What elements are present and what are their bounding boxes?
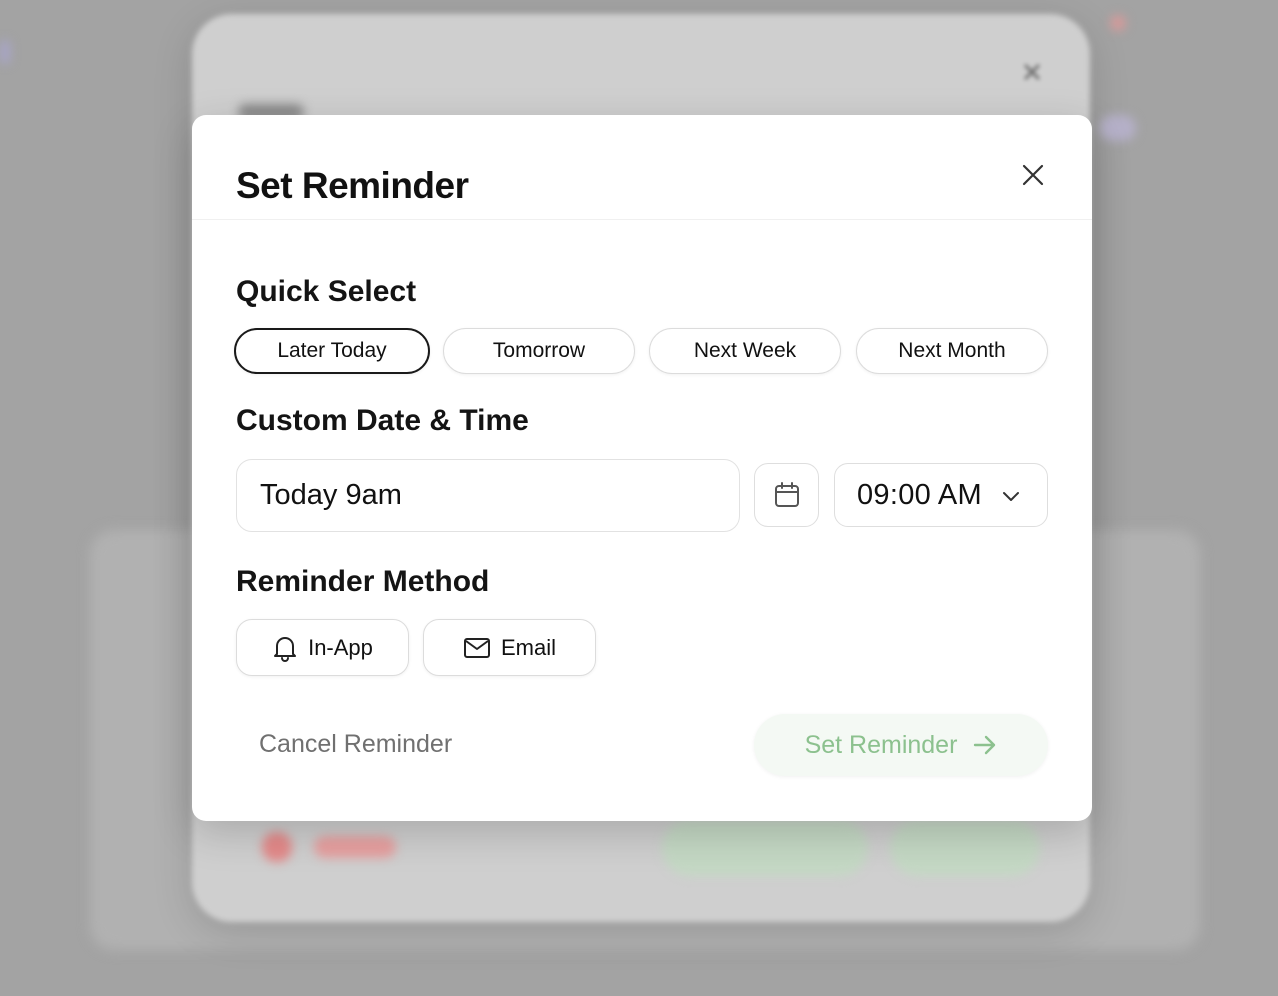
bell-icon — [274, 636, 297, 662]
close-button[interactable] — [1018, 160, 1048, 190]
quick-option-next-month[interactable]: Next Month — [856, 328, 1048, 374]
background-save-button — [890, 820, 1040, 876]
dialog-header: Set Reminder — [192, 115, 1092, 220]
date-input[interactable] — [236, 459, 740, 532]
quick-option-label: Later Today — [277, 339, 387, 362]
calendar-button[interactable] — [754, 463, 819, 527]
custom-date-time-label: Custom Date & Time — [236, 404, 529, 437]
arrow-right-icon — [974, 735, 996, 755]
background-badge — [1100, 115, 1136, 141]
quick-select-label: Quick Select — [236, 275, 417, 308]
quick-option-next-week[interactable]: Next Week — [649, 328, 841, 374]
method-label: Email — [500, 634, 556, 660]
cancel-reminder-button[interactable]: Cancel Reminder — [259, 730, 452, 759]
background-dot — [1110, 15, 1126, 31]
reminder-method-label: Reminder Method — [236, 565, 490, 598]
quick-option-label: Next Week — [693, 339, 797, 362]
background-delete-label — [314, 836, 396, 858]
close-icon — [1022, 164, 1044, 186]
quick-option-later-today[interactable]: Later Today — [234, 328, 430, 374]
method-in-app-button[interactable]: In-App — [236, 619, 409, 676]
quick-option-label: Next Month — [898, 339, 1006, 362]
method-label: In-App — [308, 634, 373, 660]
set-reminder-dialog: Set Reminder Quick Select Later Today To… — [192, 115, 1092, 821]
background-edge — [0, 40, 10, 64]
quick-option-label: Tomorrow — [492, 339, 586, 362]
set-reminder-button[interactable]: Set Reminder — [754, 714, 1048, 776]
calendar-icon — [774, 482, 799, 507]
mail-icon — [463, 637, 490, 658]
background-delete-icon — [262, 832, 292, 862]
chevron-down-icon — [1003, 492, 1019, 501]
dialog-title: Set Reminder — [236, 165, 469, 206]
time-value: 09:00 AM — [857, 478, 982, 511]
set-reminder-label: Set Reminder — [804, 730, 958, 759]
quick-option-tomorrow[interactable]: Tomorrow — [443, 328, 635, 374]
background-complete-button — [662, 820, 868, 876]
time-select[interactable]: 09:00 AM — [834, 463, 1048, 527]
method-email-button[interactable]: Email — [423, 619, 596, 676]
background-close-icon — [1023, 63, 1041, 81]
